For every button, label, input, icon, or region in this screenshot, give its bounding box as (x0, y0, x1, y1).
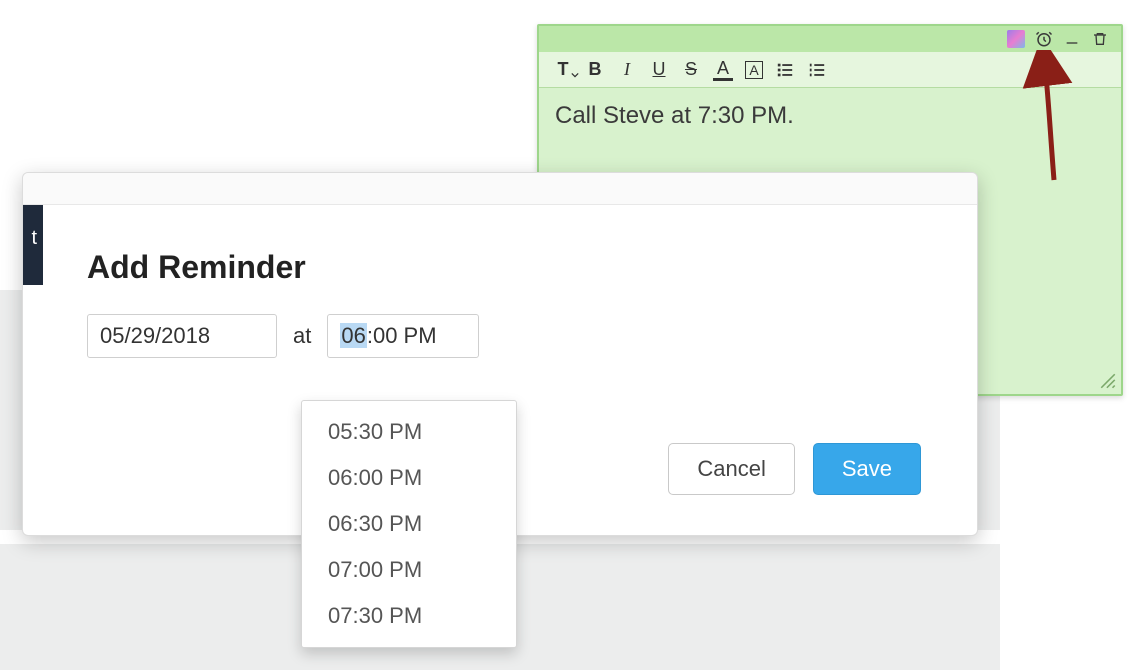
resize-grip-icon (1099, 372, 1117, 390)
text-style-label: T (558, 59, 569, 80)
date-value: 05/29/2018 (100, 323, 210, 348)
alarm-clock-icon (1035, 30, 1053, 48)
delete-note-button[interactable] (1091, 30, 1109, 48)
underline-button[interactable]: U (649, 59, 669, 81)
at-label: at (293, 323, 311, 349)
bullet-list-icon (776, 61, 794, 79)
time-value-rest: :00 PM (367, 323, 437, 348)
color-picker-button[interactable] (1007, 30, 1025, 48)
modal-content: Add Reminder 05/29/2018 at 06:00 PM 05:3… (23, 205, 977, 535)
color-swatch-icon (1007, 30, 1025, 48)
sticky-note-body[interactable]: Call Steve at 7:30 PM. (539, 88, 1121, 144)
bold-button[interactable]: B (585, 59, 605, 81)
sticky-titlebar (539, 26, 1121, 52)
minimize-button[interactable] (1063, 30, 1081, 48)
time-option[interactable]: 06:30 PM (302, 501, 516, 547)
time-input[interactable]: 06:00 PM (327, 314, 479, 358)
sticky-note-text: Call Steve at 7:30 PM. (555, 102, 794, 129)
chevron-down-icon (571, 71, 579, 79)
time-dropdown: 05:30 PM 06:00 PM 06:30 PM 07:00 PM 07:3… (301, 400, 517, 648)
time-option[interactable]: 06:00 PM (302, 455, 516, 501)
modal-window-chrome (23, 173, 977, 205)
save-button[interactable]: Save (813, 443, 921, 495)
highlight-button[interactable]: A (745, 61, 763, 79)
text-style-button[interactable]: T (553, 59, 573, 81)
bullet-list-button[interactable] (775, 59, 795, 81)
modal-actions: Cancel Save (668, 443, 921, 495)
time-option[interactable]: 07:00 PM (302, 547, 516, 593)
reminder-button[interactable] (1035, 30, 1053, 48)
modal-title: Add Reminder (87, 249, 913, 286)
strikethrough-button[interactable]: S (681, 59, 701, 81)
trash-icon (1092, 31, 1108, 47)
time-value-selected: 06 (340, 323, 366, 348)
italic-button[interactable]: I (617, 59, 637, 81)
cancel-button[interactable]: Cancel (668, 443, 794, 495)
sticky-format-toolbar: T B I U S A A (539, 52, 1121, 88)
reminder-datetime-row: 05/29/2018 at 06:00 PM (87, 314, 913, 358)
resize-handle[interactable] (1099, 372, 1117, 390)
time-option[interactable]: 05:30 PM (302, 409, 516, 455)
date-input[interactable]: 05/29/2018 (87, 314, 277, 358)
add-reminder-modal: t Add Reminder 05/29/2018 at 06:00 PM 05… (22, 172, 978, 536)
numbered-list-icon (808, 61, 826, 79)
font-color-button[interactable]: A (713, 59, 733, 81)
time-option[interactable]: 07:30 PM (302, 593, 516, 639)
minimize-icon (1064, 31, 1080, 47)
numbered-list-button[interactable] (807, 59, 827, 81)
